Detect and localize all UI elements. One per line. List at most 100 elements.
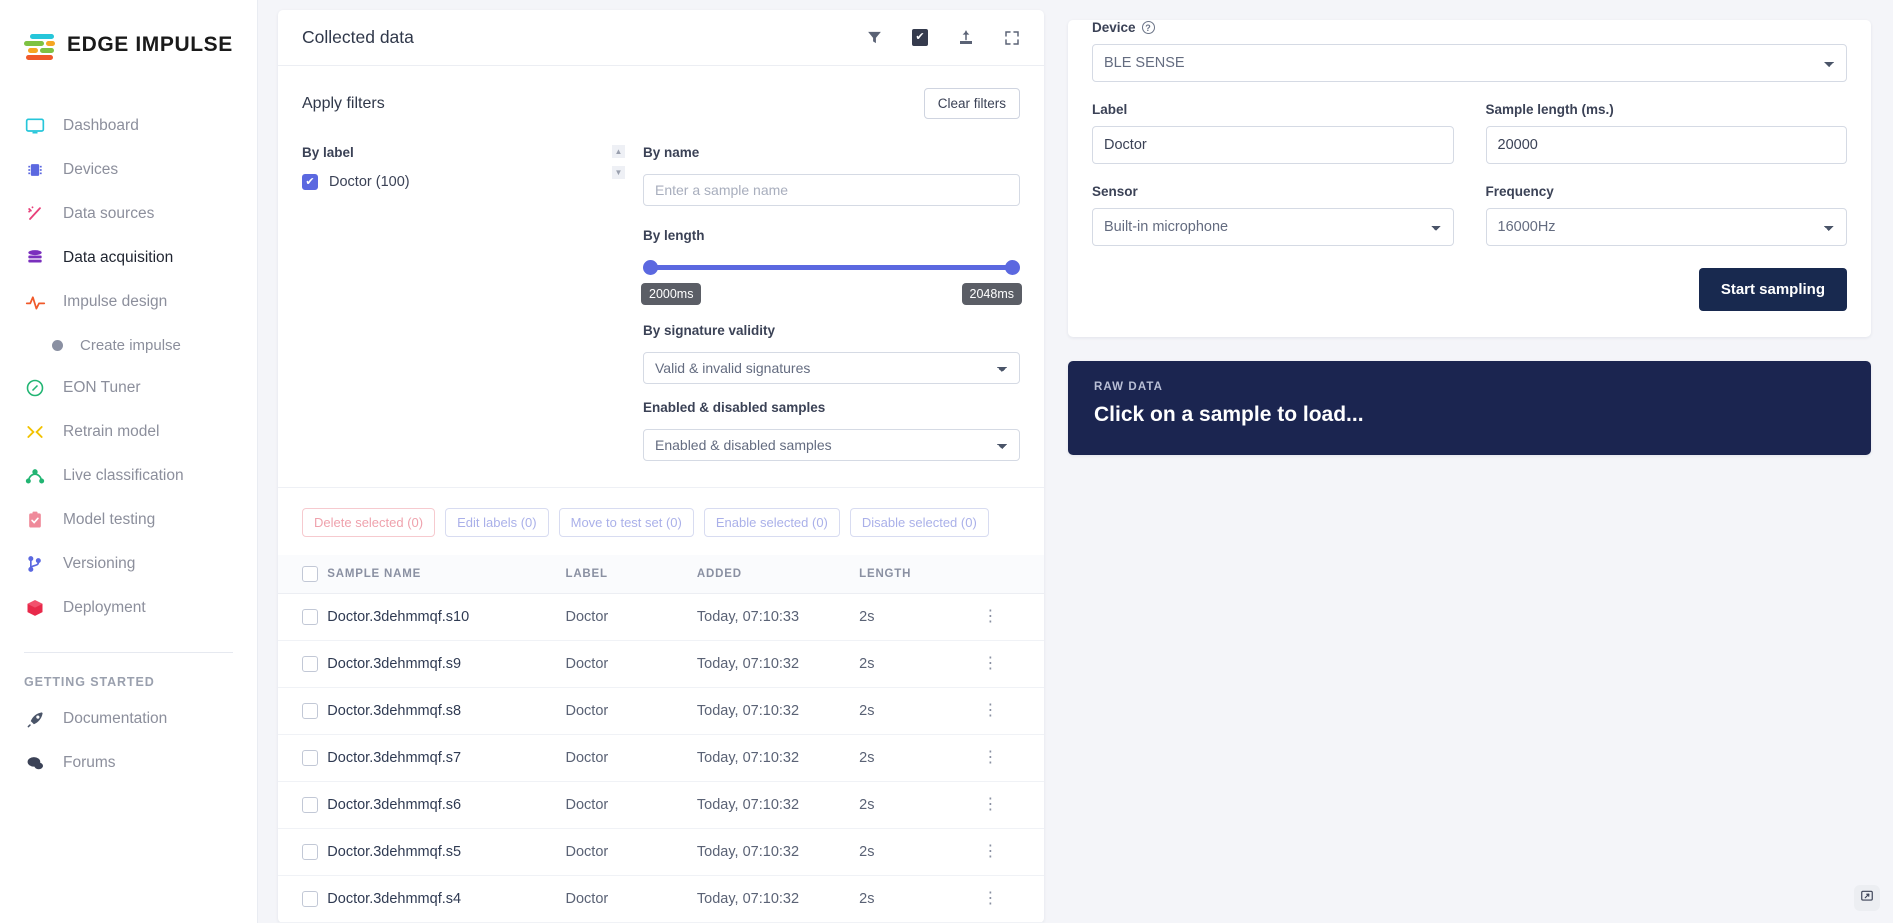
row-menu-icon[interactable]: ⋮ [982, 749, 998, 766]
table-row[interactable]: Doctor.3dehmmqf.s9 Doctor Today, 07:10:32 2… [278, 640, 1044, 688]
sample-name-link[interactable]: Doctor.3dehmmqf.s4 [327, 891, 461, 907]
main-nav: Dashboard Devices Data sources Data acqu… [0, 104, 257, 785]
sample-name-link[interactable]: Doctor.3dehmmqf.s6 [327, 797, 461, 813]
row-checkbox[interactable] [302, 609, 318, 625]
row-checkbox[interactable] [302, 797, 318, 813]
row-checkbox[interactable] [302, 703, 318, 719]
collected-data-header: Collected data [278, 10, 1044, 66]
row-added-cell: Today, 07:10:32 [696, 687, 860, 735]
table-row[interactable]: Doctor.3dehmmqf.s5 Doctor Today, 07:10:32 2… [278, 828, 1044, 876]
search-input[interactable] [643, 174, 1020, 206]
frequency-select[interactable]: 16000Hz [1485, 208, 1847, 246]
sidebar-item-data-sources[interactable]: Data sources [0, 192, 257, 236]
checkbox-checked-icon[interactable] [912, 29, 928, 46]
label-option-text: Doctor (100) [329, 174, 410, 190]
row-menu-icon[interactable]: ⋮ [982, 843, 998, 860]
delete-selected-button[interactable]: Delete selected (0) [302, 508, 436, 537]
row-checkbox[interactable] [302, 750, 318, 766]
device-label: Device ? [1092, 20, 1847, 35]
table-row[interactable]: Doctor.3dehmmqf.s7 Doctor Today, 07:10:32 2… [278, 734, 1044, 782]
label-list-scrollbar[interactable]: ▲ ▼ [612, 145, 625, 179]
sidebar-item-documentation[interactable]: Documentation [0, 697, 257, 741]
row-checkbox[interactable] [302, 891, 318, 907]
enable-selected-button[interactable]: Enable selected (0) [703, 508, 840, 537]
sidebar-item-impulse-design[interactable]: Impulse design [0, 280, 257, 324]
filter-icon[interactable] [866, 29, 883, 46]
table-row[interactable]: Doctor.3dehmmqf.s10 Doctor Today, 07:10:33… [278, 593, 1044, 641]
expand-icon[interactable] [1004, 30, 1020, 46]
sample-name-link[interactable]: Doctor.3dehmmqf.s8 [327, 703, 461, 719]
edit-labels-button[interactable]: Edit labels (0) [445, 508, 549, 537]
device-select[interactable]: BLE SENSE [1092, 44, 1847, 82]
sample-name-link[interactable]: Doctor.3dehmmqf.s9 [327, 656, 461, 672]
row-menu-icon[interactable]: ⋮ [982, 608, 998, 625]
database-icon [24, 247, 46, 269]
row-added-cell: Today, 07:10:33 [696, 593, 860, 641]
row-checkbox[interactable] [302, 844, 318, 860]
sidebar-item-create-impulse[interactable]: Create impulse [0, 324, 257, 366]
label-filter-row[interactable]: Doctor (100) [302, 174, 612, 190]
sidebar-item-retrain-model[interactable]: Retrain model [0, 410, 257, 454]
by-signature-title: By signature validity [643, 323, 776, 338]
table-header-row: SAMPLE NAME LABEL ADDED LENGTH [278, 555, 1044, 594]
clear-filters-button[interactable]: Clear filters [923, 88, 1020, 119]
scroll-down-icon[interactable]: ▼ [612, 166, 625, 179]
start-sampling-button[interactable]: Start sampling [1698, 268, 1847, 311]
chat-icon [24, 752, 46, 774]
sidebar-item-deployment[interactable]: Deployment [0, 586, 257, 630]
table-row[interactable]: Doctor.3dehmmqf.s4 Doctor Today, 07:10:32 2… [278, 875, 1044, 923]
slider-max-handle[interactable] [1005, 260, 1020, 275]
sample-length-field[interactable] [1485, 126, 1847, 164]
disable-selected-button[interactable]: Disable selected (0) [849, 508, 989, 537]
page-title: Collected data [302, 27, 414, 47]
feedback-button[interactable] [1854, 885, 1880, 911]
sidebar-item-versioning[interactable]: Versioning [0, 542, 257, 586]
table-row[interactable]: Doctor.3dehmmqf.s8 Doctor Today, 07:10:32 2… [278, 687, 1044, 735]
enabled-samples-select[interactable]: Enabled & disabled samples [643, 429, 1020, 461]
row-added-text: Today, 07:10:32 [696, 891, 800, 907]
box-icon [24, 597, 46, 619]
main-content: Collected data ✔ Apply filters Clear fil… [258, 0, 1893, 923]
length-range-slider[interactable]: 2000ms 2048ms [641, 257, 1022, 305]
help-icon[interactable]: ? [1141, 21, 1155, 34]
record-new-data-card: Device ? BLE SENSE Label Sample length (… [1068, 20, 1871, 337]
sidebar-item-eon-tuner[interactable]: EON Tuner [0, 366, 257, 410]
row-menu-icon[interactable]: ⋮ [982, 702, 998, 719]
scroll-up-icon[interactable]: ▲ [612, 145, 625, 158]
sidebar-item-label: Documentation [63, 710, 168, 727]
row-menu-icon[interactable]: ⋮ [982, 796, 998, 813]
move-to-test-set-button[interactable]: Move to test set (0) [558, 508, 694, 537]
sidebar-item-dashboard[interactable]: Dashboard [0, 104, 257, 148]
device-label-text: Device [1092, 20, 1136, 35]
row-length-cell: 2s [859, 828, 983, 876]
by-label-group: By label Doctor (100) [302, 145, 612, 461]
brand-logo[interactable]: EDGE IMPULSE [0, 22, 257, 68]
brand-name: EDGE IMPULSE [67, 33, 233, 56]
sample-name-link[interactable]: Doctor.3dehmmqf.s5 [327, 844, 461, 860]
sensor-select[interactable]: Built-in microphone [1092, 208, 1454, 246]
table-row[interactable]: Doctor.3dehmmqf.s6 Doctor Today, 07:10:32 2… [278, 781, 1044, 829]
sidebar-item-forums[interactable]: Forums [0, 741, 257, 785]
sample-name-link[interactable]: Doctor.3dehmmqf.s10 [327, 609, 469, 625]
select-all-checkbox[interactable] [302, 566, 318, 582]
label-field-label: Label [1092, 102, 1128, 117]
signature-validity-select[interactable]: Valid & invalid signatures [643, 352, 1020, 384]
row-checkbox[interactable] [302, 656, 318, 672]
row-menu-icon[interactable]: ⋮ [982, 655, 998, 672]
row-menu-icon[interactable]: ⋮ [982, 890, 998, 907]
sidebar-item-live-classification[interactable]: Live classification [0, 454, 257, 498]
sidebar-item-model-testing[interactable]: Model testing [0, 498, 257, 542]
chip-icon [24, 159, 46, 181]
slider-min-handle[interactable] [643, 260, 658, 275]
sidebar-item-devices[interactable]: Devices [0, 148, 257, 192]
label-checkbox[interactable] [302, 174, 318, 190]
column-length: LENGTH [859, 555, 983, 594]
raw-data-panel: RAW DATA Click on a sample to load... [1068, 361, 1871, 455]
sidebar-item-data-acquisition[interactable]: Data acquisition [0, 236, 257, 280]
graph-icon [24, 465, 46, 487]
sample-name-link[interactable]: Doctor.3dehmmqf.s7 [327, 750, 461, 766]
filters-grid: By label Doctor (100) ▲ ▼ By name [302, 145, 1022, 461]
upload-icon[interactable] [957, 29, 975, 47]
label-field[interactable] [1092, 126, 1454, 164]
sidebar-item-label: Versioning [63, 555, 136, 572]
